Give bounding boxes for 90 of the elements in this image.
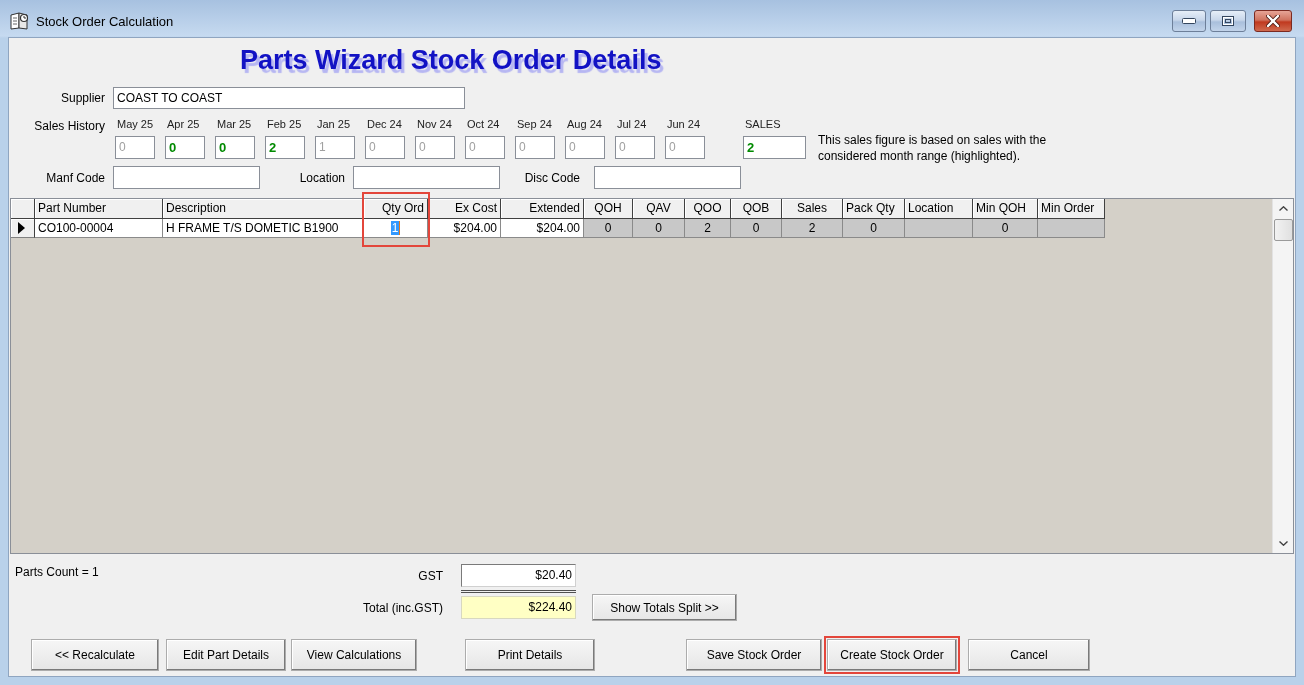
chevron-down-icon xyxy=(1278,541,1288,546)
month-label: Nov 24 xyxy=(416,117,453,131)
total-label: Total (inc.GST) xyxy=(362,600,443,615)
table-cell: 0 xyxy=(633,219,685,238)
sales-total-field[interactable]: 2 xyxy=(743,136,806,159)
month-sales-field[interactable]: 0 xyxy=(565,136,605,159)
month-sales-field[interactable]: 2 xyxy=(265,136,305,159)
maximize-button[interactable] xyxy=(1210,10,1246,32)
input-field[interactable] xyxy=(353,166,500,189)
action-button[interactable]: Print Details xyxy=(465,639,595,671)
close-button[interactable] xyxy=(1254,10,1292,32)
table-cell: 0 xyxy=(731,219,782,238)
month-sales-field[interactable]: 0 xyxy=(215,136,255,159)
column-header: Qty Ord xyxy=(364,199,428,219)
corner-cell xyxy=(11,199,35,219)
month-label: Feb 25 xyxy=(266,117,303,131)
minimize-icon xyxy=(1182,18,1196,24)
month-sales-field[interactable]: 0 xyxy=(165,136,205,159)
month-label: Jan 25 xyxy=(316,117,352,131)
chevron-up-icon xyxy=(1278,206,1288,211)
column-header: Description xyxy=(163,199,364,219)
scroll-thumb[interactable] xyxy=(1273,219,1293,241)
selected-text: 1 xyxy=(390,221,401,235)
month-label: May 25 xyxy=(116,117,155,131)
table-cell: 2 xyxy=(782,219,843,238)
month-label: Mar 25 xyxy=(216,117,253,131)
column-header: Location xyxy=(905,199,973,219)
sales-note: This sales figure is based on sales with the considered month range (highlighted). xyxy=(818,132,1048,164)
table-cell: 2 xyxy=(685,219,731,238)
table-cell: $204.00 xyxy=(501,219,584,238)
column-header: QOB xyxy=(731,199,782,219)
month-sales-field[interactable]: 0 xyxy=(615,136,655,159)
table-cell: CO100-00004 xyxy=(35,219,163,238)
field-label: SALES xyxy=(744,117,782,131)
month-label: Jul 24 xyxy=(616,117,648,131)
action-button[interactable]: Cancel xyxy=(968,639,1090,671)
table-cell: 0 xyxy=(973,219,1038,238)
column-header: Min QOH xyxy=(973,199,1038,219)
column-header: Ex Cost xyxy=(428,199,501,219)
column-header: QAV xyxy=(633,199,685,219)
amount-field: $20.40 xyxy=(461,564,576,587)
action-button[interactable]: Create Stock Order xyxy=(827,639,957,671)
field-label: Manf Code xyxy=(45,170,105,185)
column-header: Sales xyxy=(782,199,843,219)
column-header: QOO xyxy=(685,199,731,219)
month-sales-field[interactable]: 0 xyxy=(415,136,455,159)
column-header: Part Number xyxy=(35,199,163,219)
column-header: Pack Qty xyxy=(843,199,905,219)
month-sales-field[interactable]: 0 xyxy=(665,136,705,159)
table-cell: $204.00 xyxy=(428,219,501,238)
input-field[interactable] xyxy=(594,166,741,189)
action-button[interactable]: << Recalculate xyxy=(31,639,159,671)
month-sales-field[interactable]: 0 xyxy=(365,136,405,159)
field-label: Supplier xyxy=(59,91,105,105)
month-label: Apr 25 xyxy=(166,117,201,131)
month-sales-field[interactable]: 0 xyxy=(515,136,555,159)
month-label: Oct 24 xyxy=(466,117,501,131)
month-sales-field[interactable]: 1 xyxy=(315,136,355,159)
table-cell: H FRAME T/S DOMETIC B1900 xyxy=(163,219,364,238)
column-header: QOH xyxy=(584,199,633,219)
input-field[interactable] xyxy=(113,166,260,189)
field-label: Disc Code xyxy=(523,170,580,185)
action-button[interactable]: Save Stock Order xyxy=(686,639,822,671)
action-button[interactable]: Edit Part Details xyxy=(166,639,286,671)
month-label: Aug 24 xyxy=(566,117,603,131)
book-icon xyxy=(10,12,30,30)
parts-count-text: Parts Count = 1 xyxy=(14,564,100,580)
month-label: Dec 24 xyxy=(366,117,403,131)
total-field: $224.40 xyxy=(461,596,576,619)
table-cell: 0 xyxy=(584,219,633,238)
field-label: Location xyxy=(298,170,345,185)
maximize-icon xyxy=(1222,16,1234,26)
close-icon xyxy=(1266,15,1280,27)
total-label: GST xyxy=(417,568,443,583)
window-title: Stock Order Calculation xyxy=(36,14,174,29)
month-label: Sep 24 xyxy=(516,117,553,131)
month-sales-field[interactable]: 0 xyxy=(115,136,155,159)
column-header: Extended xyxy=(501,199,584,219)
page-heading: Parts Wizard Stock Order Details xyxy=(240,44,662,76)
column-header: Min Order xyxy=(1038,199,1105,219)
minimize-button[interactable] xyxy=(1172,10,1206,32)
totals-split-button[interactable]: Show Totals Split >> xyxy=(592,594,737,621)
supplier-field[interactable]: COAST TO COAST xyxy=(113,87,465,109)
field-label: Sales History xyxy=(33,118,105,133)
vertical-scrollbar[interactable] xyxy=(1272,199,1293,553)
table-cell: 0 xyxy=(843,219,905,238)
row-header[interactable] xyxy=(11,219,35,238)
action-button[interactable]: View Calculations xyxy=(291,639,417,671)
month-sales-field[interactable]: 0 xyxy=(465,136,505,159)
month-label: Jun 24 xyxy=(666,117,702,131)
